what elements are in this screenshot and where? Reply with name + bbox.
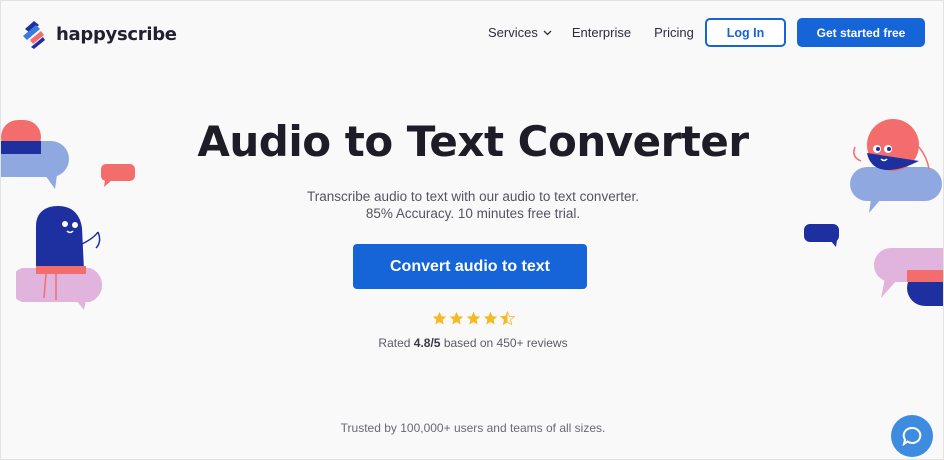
- brand-name: happyscribe: [56, 23, 177, 45]
- chat-support-button[interactable]: [891, 415, 933, 457]
- star-icon: [449, 311, 463, 325]
- hero-subtitle-line-1: Transcribe audio to text with our audio …: [307, 189, 639, 204]
- rating-prefix: Rated: [378, 336, 414, 350]
- chevron-down-icon: [543, 30, 552, 35]
- convert-audio-button[interactable]: Convert audio to text: [353, 244, 587, 289]
- hero-subtitle: Transcribe audio to text with our audio …: [1, 188, 943, 222]
- nav-pricing[interactable]: Pricing: [654, 25, 694, 40]
- hero-subtitle-line-2: 85% Accuracy. 10 minutes free trial.: [365, 206, 581, 221]
- star-icon: [466, 311, 480, 325]
- chat-bubble-icon: [902, 426, 922, 446]
- top-nav: Services Enterprise Pricing: [488, 25, 694, 40]
- landing-page: happyscribe Services Enterprise Pricing …: [0, 0, 944, 460]
- nav-services[interactable]: Services: [488, 25, 552, 40]
- star-half-icon: [499, 311, 515, 326]
- nav-services-label: Services: [488, 25, 538, 40]
- login-button[interactable]: Log In: [705, 18, 786, 47]
- speech-bubble-small-navy-illustration: [804, 224, 839, 247]
- speech-bubble-right-bottom-illustration: [874, 248, 943, 306]
- rating-suffix: based on 450+ reviews: [440, 336, 568, 350]
- rating-text: Rated 4.8/5 based on 450+ reviews: [1, 336, 943, 350]
- nav-pricing-label: Pricing: [654, 25, 694, 40]
- hero-title: Audio to Text Converter: [197, 117, 749, 166]
- nav-enterprise[interactable]: Enterprise: [572, 25, 631, 40]
- rating-stars: [1, 311, 943, 326]
- brand-logo[interactable]: happyscribe: [19, 19, 177, 49]
- get-started-button[interactable]: Get started free: [797, 18, 925, 47]
- nav-enterprise-label: Enterprise: [571, 25, 632, 40]
- star-icon: [432, 311, 446, 325]
- rating-score: 4.8/5: [413, 336, 441, 350]
- trusted-by-text: Trusted by 100,000+ users and teams of a…: [340, 421, 606, 435]
- happyscribe-logo-icon: [23, 21, 45, 49]
- star-icon: [483, 311, 497, 325]
